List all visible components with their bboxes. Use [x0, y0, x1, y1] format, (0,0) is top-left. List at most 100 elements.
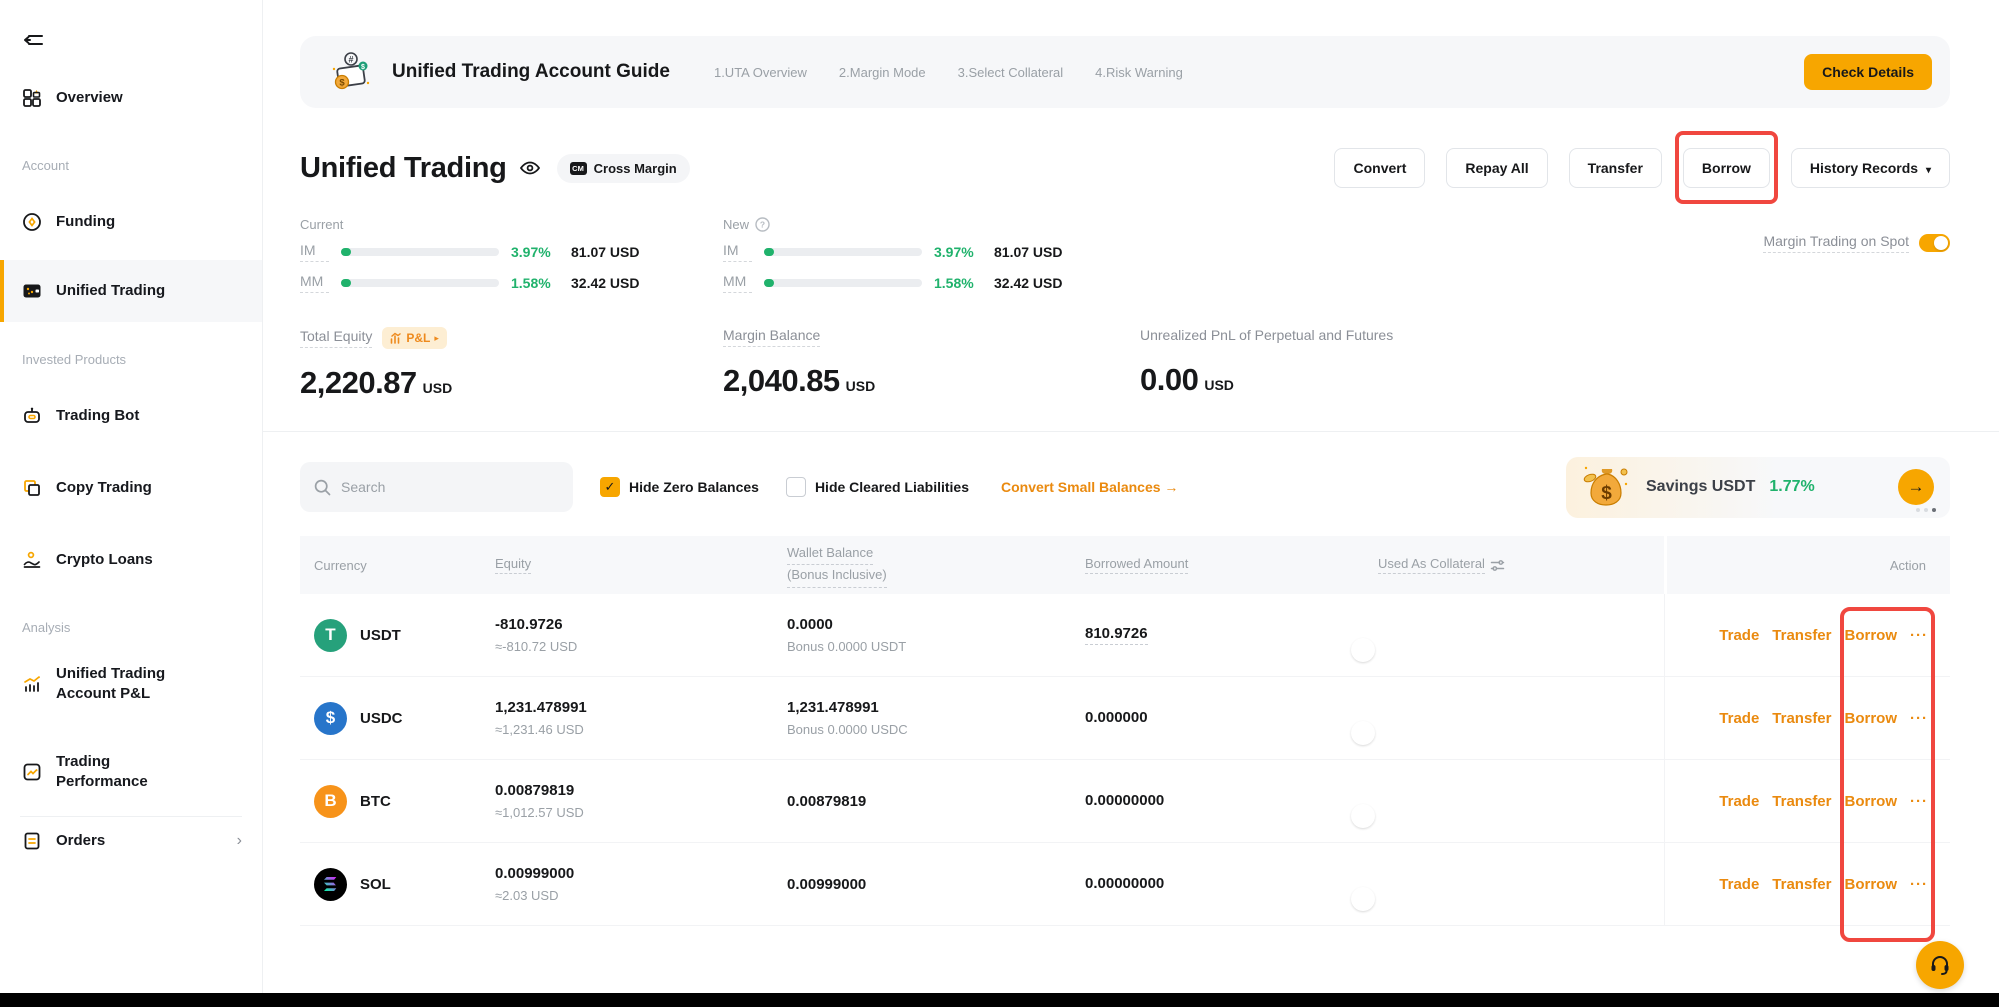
wallet-cell: 0.00879819	[787, 793, 1085, 810]
total-equity-unit: USD	[423, 380, 453, 396]
convert-button[interactable]: Convert	[1334, 148, 1425, 188]
more-actions-icon[interactable]: ···	[1910, 876, 1928, 893]
more-actions-icon[interactable]: ···	[1910, 710, 1928, 727]
banner-title: Unified Trading Account Guide	[392, 61, 670, 83]
pnl-chart-icon	[390, 332, 402, 344]
transfer-link[interactable]: Transfer	[1772, 710, 1831, 727]
step-select-collateral[interactable]: 3.Select Collateral	[958, 65, 1064, 80]
sidebar-item-crypto-loans[interactable]: Crypto Loans	[0, 548, 262, 572]
coin-symbol: SOL	[360, 876, 391, 893]
im-usd: 81.07 USD	[994, 244, 1062, 260]
equity-cell: 1,231.478991 ≈1,231.46 USD	[495, 699, 787, 737]
transfer-link[interactable]: Transfer	[1772, 627, 1831, 644]
savings-rate: 1.77%	[1769, 478, 1814, 496]
history-records-button[interactable]: History Records ▾	[1791, 148, 1950, 188]
new-label: New	[723, 217, 749, 232]
mm-percent: 1.58%	[934, 275, 982, 291]
sidebar-item-label: Overview	[56, 88, 123, 108]
action-cell: Trade Transfer Borrow ···	[1664, 594, 1950, 676]
trade-link[interactable]: Trade	[1719, 627, 1759, 644]
sidebar-item-overview[interactable]: Overview	[0, 86, 262, 110]
margin-trading-on-spot-label: Margin Trading on Spot	[1763, 233, 1909, 253]
savings-arrow-button[interactable]: →	[1898, 469, 1934, 505]
repay-all-button[interactable]: Repay All	[1446, 148, 1547, 188]
currency-cell: $ USDC	[300, 702, 495, 735]
sidebar-item-unified-trading[interactable]: Unified Trading	[0, 260, 262, 322]
borrow-link[interactable]: Borrow	[1845, 876, 1898, 893]
help-icon[interactable]: ?	[755, 217, 770, 232]
transfer-link[interactable]: Transfer	[1772, 876, 1831, 893]
sidebar-item-copy-trading[interactable]: Copy Trading	[0, 476, 262, 500]
sol-coin-icon	[314, 868, 347, 901]
eye-visibility-icon[interactable]	[519, 157, 541, 179]
borrow-link[interactable]: Borrow	[1845, 793, 1898, 810]
action-cell: Trade Transfer Borrow ···	[1664, 677, 1950, 759]
money-bag-icon: $	[1580, 462, 1632, 512]
im-label: IM	[723, 242, 752, 262]
search-box[interactable]	[300, 462, 573, 512]
cm-icon: CM	[570, 162, 587, 175]
unified-trading-icon	[22, 281, 42, 301]
trade-link[interactable]: Trade	[1719, 710, 1759, 727]
im-progress-bar-new	[764, 248, 922, 256]
currency-cell: SOL	[300, 868, 495, 901]
trade-link[interactable]: Trade	[1719, 876, 1759, 893]
pnl-caret-icon: ▸	[434, 333, 439, 344]
im-percent: 3.97%	[511, 244, 559, 260]
hand-coin-icon	[22, 550, 42, 570]
borrowed-cell: 0.000000	[1085, 709, 1378, 727]
wallet-cell: 1,231.478991 Bonus 0.0000 USDC	[787, 699, 1085, 737]
borrowed-cell: 0.00000000	[1085, 792, 1378, 810]
margin-overview: Current IM 3.97% 81.07 USD MM 1.58% 32.4…	[300, 217, 1950, 294]
transfer-link[interactable]: Transfer	[1772, 793, 1831, 810]
account-summary: Total Equity P&L ▸ 2,220.87USD Margin Ba…	[300, 327, 1950, 401]
wallet-cell: 0.00999000	[787, 876, 1085, 893]
more-actions-icon[interactable]: ···	[1910, 627, 1928, 644]
banner-steps: 1.UTA Overview 2.Margin Mode 3.Select Co…	[714, 65, 1183, 80]
borrow-link[interactable]: Borrow	[1845, 627, 1898, 644]
trade-link[interactable]: Trade	[1719, 793, 1759, 810]
margin-mode-badge[interactable]: CM Cross Margin	[557, 154, 690, 183]
step-margin-mode[interactable]: 2.Margin Mode	[839, 65, 926, 80]
savings-label: Savings USDT	[1646, 478, 1755, 496]
total-equity-stat: Total Equity P&L ▸ 2,220.87USD	[300, 327, 723, 401]
hide-cleared-checkbox[interactable]	[786, 477, 806, 497]
total-equity-label: Total Equity	[300, 328, 372, 348]
hide-zero-balances[interactable]: Hide Zero Balances	[600, 477, 759, 497]
check-details-button[interactable]: Check Details	[1804, 54, 1932, 90]
currency-cell: B BTC	[300, 785, 495, 818]
table-body: T USDT -810.9726 ≈-810.72 USD 0.0000 Bon…	[300, 594, 1950, 926]
hide-cleared-liabilities[interactable]: Hide Cleared Liabilities	[786, 477, 969, 497]
borrowed-cell: 810.9726	[1085, 625, 1378, 645]
search-input[interactable]	[341, 479, 541, 495]
coin-symbol: BTC	[360, 793, 391, 810]
sidebar-item-uta-pnl[interactable]: Unified Trading Account P&L	[0, 660, 262, 708]
pnl-badge[interactable]: P&L ▸	[382, 327, 447, 349]
step-risk-warning[interactable]: 4.Risk Warning	[1095, 65, 1183, 80]
sidebar-item-label: Copy Trading	[56, 478, 152, 498]
support-headset-button[interactable]	[1916, 941, 1964, 989]
uta-guide-banner: # $ $ Unified Trading Account Guide 1.UT…	[300, 36, 1950, 108]
asset-table: Currency Equity Wallet Balance(Bonus Inc…	[300, 536, 1950, 926]
collateral-filter-icon[interactable]	[1490, 558, 1505, 573]
step-uta-overview[interactable]: 1.UTA Overview	[714, 65, 807, 80]
col-equity: Equity	[495, 556, 787, 574]
table-header-row: Currency Equity Wallet Balance(Bonus Inc…	[300, 536, 1950, 594]
borrow-button[interactable]: Borrow	[1683, 148, 1770, 188]
sidebar-item-orders[interactable]: Orders ›	[0, 829, 262, 853]
hide-zero-label: Hide Zero Balances	[629, 479, 759, 495]
transfer-button[interactable]: Transfer	[1569, 148, 1662, 188]
sidebar-item-trading-performance[interactable]: Trading Performance	[0, 748, 262, 796]
col-used-as-collateral: Used As Collateral	[1378, 556, 1664, 574]
sidebar-item-funding[interactable]: Funding	[0, 210, 262, 234]
svg-text:?: ?	[760, 220, 765, 230]
hide-zero-checkbox[interactable]	[600, 477, 620, 497]
convert-small-balances-link[interactable]: Convert Small Balances →	[1001, 479, 1178, 495]
sidebar-item-trading-bot[interactable]: Trading Bot	[0, 404, 262, 428]
margin-trading-on-spot-toggle[interactable]	[1919, 234, 1950, 252]
sidebar-item-label: Crypto Loans	[56, 550, 153, 570]
sidebar-collapse-icon[interactable]	[22, 28, 46, 52]
margin-balance-label: Margin Balance	[723, 327, 820, 347]
more-actions-icon[interactable]: ···	[1910, 793, 1928, 810]
borrow-link[interactable]: Borrow	[1845, 710, 1898, 727]
